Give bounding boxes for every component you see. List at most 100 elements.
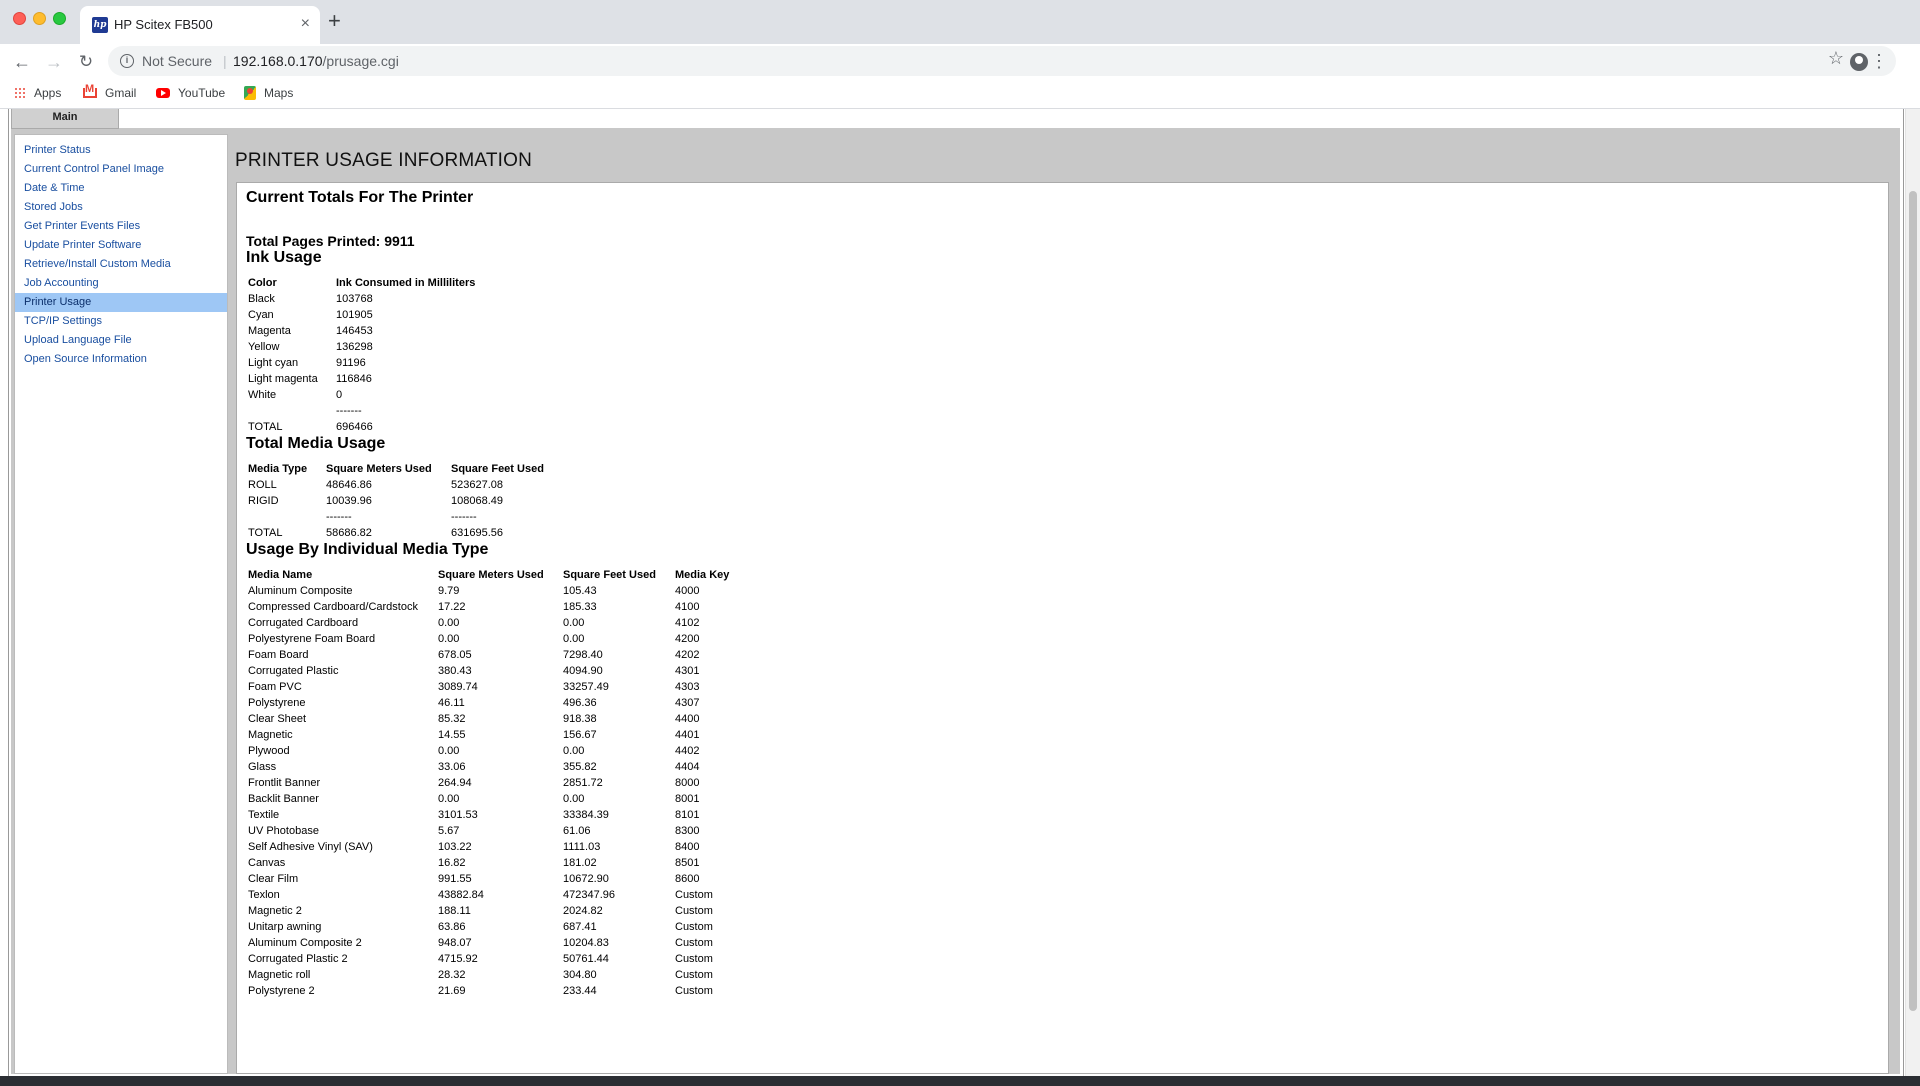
sidebar-item-job-accounting[interactable]: Job Accounting [15,274,227,293]
table-cell: 8101 [675,809,700,821]
table-row: Magnetic 14.55 156.67 4401 [246,727,731,743]
column-header: Media Name [248,569,313,581]
sidebar-item-date-time[interactable]: Date & Time [15,179,227,198]
table-cell: 58686.82 [326,527,372,539]
table-cell: 496.36 [563,697,597,709]
table-cell: Polystyrene [248,697,306,709]
table-cell: 9.79 [438,585,460,597]
table-cell: 631695.56 [451,527,503,539]
table-cell: 8000 [675,777,700,789]
table-row: ------- [246,403,477,419]
table-cell: 7298.40 [563,649,603,661]
tab-main[interactable]: Main [11,109,119,129]
minimize-window-button[interactable] [33,12,46,25]
table-cell: 8600 [675,873,700,885]
table-cell: ------- [326,511,352,523]
sidebar-item-retrieve-install-custom-media[interactable]: Retrieve/Install Custom Media [15,255,227,274]
table-cell: 5.67 [438,825,460,837]
table-cell: 10039.96 [326,495,372,507]
zoom-window-button[interactable] [53,12,66,25]
table-row: Glass 33.06 355.82 4404 [246,759,731,775]
sidebar-item-current-control-panel-image[interactable]: Current Control Panel Image [15,160,227,179]
url-text[interactable]: 192.168.0.170/prusage.cgi [233,53,399,69]
table-cell: 4000 [675,585,700,597]
table-cell: 4100 [675,601,700,613]
forward-arrow-icon[interactable]: → [42,50,66,74]
table-cell [246,403,334,419]
table-cell: Corrugated Plastic 2 [248,953,348,965]
table-row: Aluminum Composite 9.79 105.43 4000 [246,583,731,599]
table-cell: Clear Film [248,873,299,885]
close-tab-icon[interactable]: × [301,15,310,33]
table-cell: 0.00 [563,617,585,629]
table-cell: Backlit Banner [248,793,319,805]
table-cell: 380.43 [438,665,472,677]
browser-tab[interactable]: hp HP Scitex FB500 × [80,6,320,44]
sidebar-item-open-source-information[interactable]: Open Source Information [15,350,227,369]
account-icon[interactable] [1850,53,1868,71]
table-cell: 0.00 [563,633,585,645]
bookmark-label: YouTube [178,86,226,100]
url-path: /prusage.cgi [322,53,399,69]
new-tab-icon[interactable]: + [328,10,341,32]
table-row: Plywood 0.00 0.00 4402 [246,743,731,759]
bookmark-youtube[interactable]: YouTube [156,86,225,100]
back-arrow-icon[interactable]: ← [10,50,34,74]
table-cell: 156.67 [563,729,597,741]
table-row: Corrugated Plastic 380.43 4094.90 4301 [246,663,731,679]
sidebar-item-get-printer-events-files[interactable]: Get Printer Events Files [15,217,227,236]
table-row: Cyan 101905 [246,307,477,323]
table-cell: Magnetic [248,729,293,741]
bookmark-maps[interactable]: Maps [244,86,293,100]
table-cell: 8400 [675,841,700,853]
table-cell: Compressed Cardboard/Cardstock [248,601,418,613]
table-cell: 33257.49 [563,681,609,693]
ink-usage-title: Ink Usage [246,249,322,266]
info-icon[interactable]: i [120,54,134,68]
table-cell: 948.07 [438,937,472,949]
main-content: PRINTER USAGE INFORMATION Current Totals… [234,134,1894,1074]
reload-icon[interactable]: ↻ [74,50,98,74]
table-cell: 103.22 [438,841,472,853]
table-row: ROLL 48646.86 523627.08 [246,477,546,493]
url-separator: | [223,53,227,69]
table-cell: 0.00 [563,745,585,757]
table-cell: White [248,389,277,401]
table-cell: Aluminum Composite 2 [248,937,362,949]
table-cell: Magenta [248,325,291,337]
table-cell: Clear Sheet [248,713,307,725]
sidebar-item-update-printer-software[interactable]: Update Printer Software [15,236,227,255]
bookmark-apps[interactable]: Apps [14,86,61,100]
table-cell: 146453 [336,325,373,337]
total-pages-printed: Total Pages Printed: 9911 [246,233,415,249]
table-cell: 696466 [336,421,373,433]
sidebar-item-printer-status[interactable]: Printer Status [15,141,227,160]
bookmarks-bar: Apps Gmail YouTube Maps [0,80,1920,110]
table-cell: 17.22 [438,601,466,613]
scrollbar-thumb[interactable] [1909,191,1917,1011]
more-menu-icon[interactable]: ⋮ [1870,50,1888,72]
sidebar-item-upload-language-file[interactable]: Upload Language File [15,331,227,350]
individual-usage-table: Media Name Square Meters Used Square Feet … [246,567,731,999]
bookmark-star-icon[interactable]: ☆ [1828,48,1844,69]
address-bar[interactable]: i Not Secure | 192.168.0.170/prusage.cgi… [108,46,1896,76]
table-cell: Foam PVC [248,681,302,693]
current-totals-title: Current Totals For The Printer [246,189,474,206]
close-window-button[interactable] [13,12,26,25]
column-header: Color [248,277,277,289]
table-cell: 4301 [675,665,700,677]
sidebar-item-tcp-ip-settings[interactable]: TCP/IP Settings [15,312,227,331]
table-cell: 103768 [336,293,373,305]
table-cell: 4307 [675,697,700,709]
sidebar-item-stored-jobs[interactable]: Stored Jobs [15,198,227,217]
bookmark-gmail[interactable]: Gmail [83,83,136,100]
table-row: Corrugated Cardboard 0.00 0.00 4102 [246,615,731,631]
table-cell: Unitarp awning [248,921,322,933]
table-cell: 8001 [675,793,700,805]
table-cell: 136298 [336,341,373,353]
table-cell: Custom [675,969,713,981]
page-scrollbar[interactable] [1905,109,1920,1076]
table-cell: Canvas [248,857,286,869]
table-cell: Magnetic roll [248,969,311,981]
sidebar-item-printer-usage[interactable]: Printer Usage [15,293,227,312]
